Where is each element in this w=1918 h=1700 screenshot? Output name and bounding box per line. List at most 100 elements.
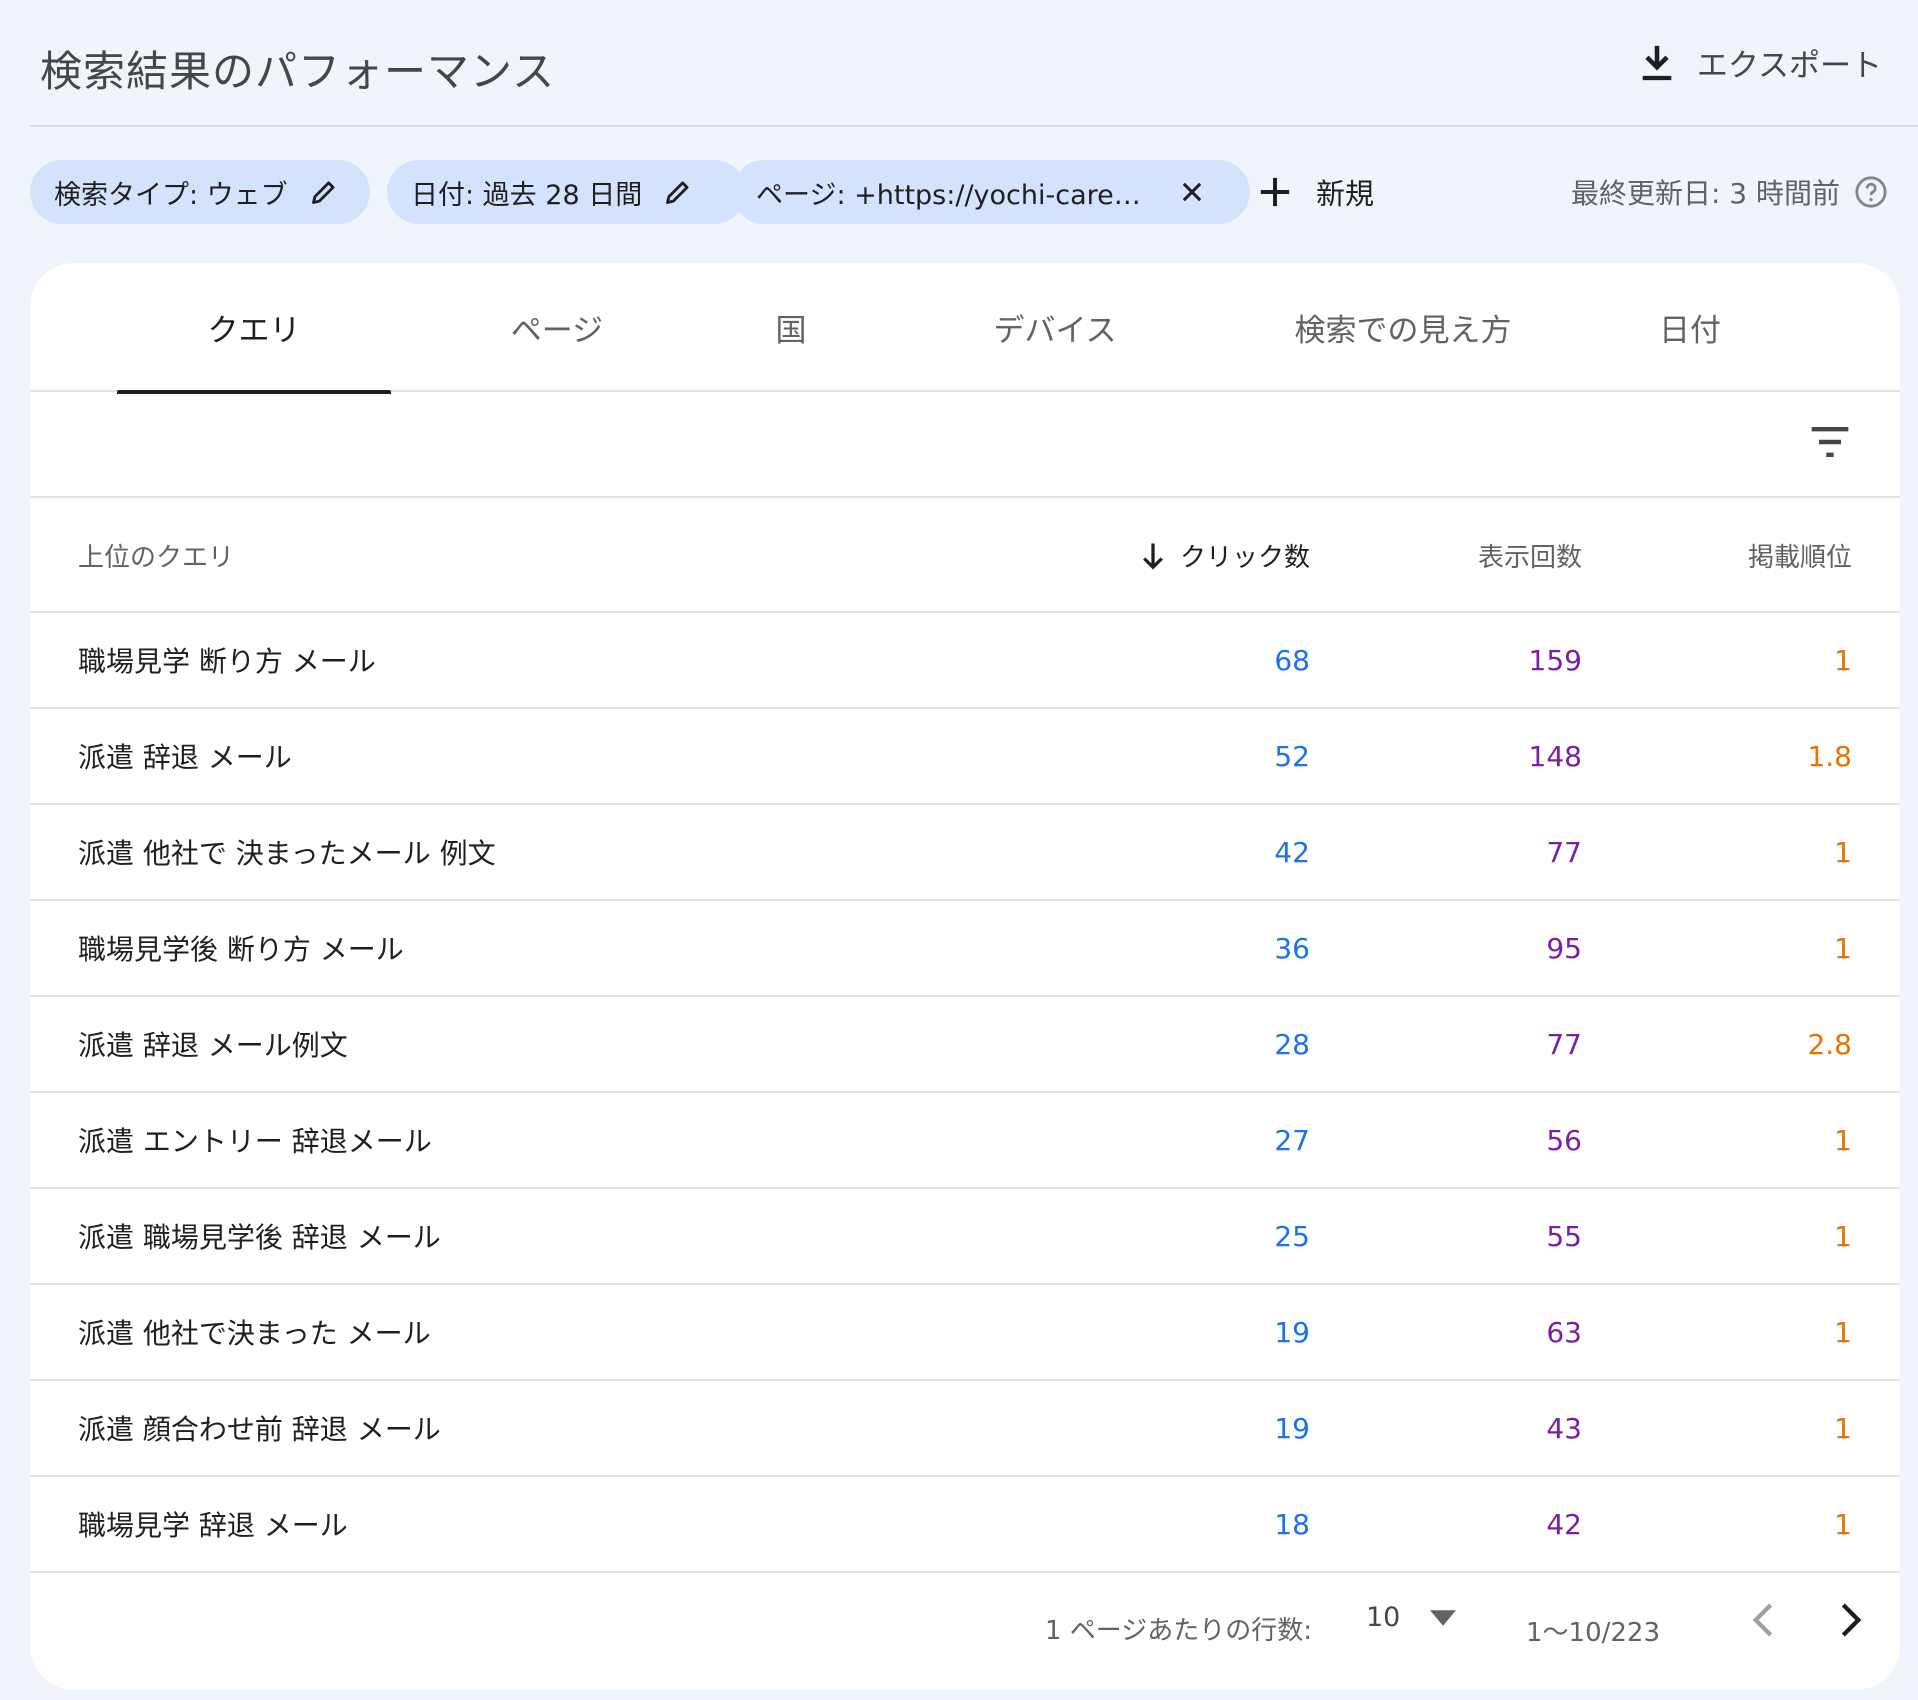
header-clicks-label: クリック数 — [1179, 543, 1310, 573]
download-icon — [1642, 45, 1672, 80]
table-row[interactable]: 派遣 顔合わせ前 辞退 メール 19 43 1 — [30, 1381, 1900, 1477]
tab-label: デバイス — [993, 313, 1117, 349]
query-cell: 職場見学 辞退 メール — [78, 1509, 348, 1542]
rows-per-page-select[interactable]: 10 — [1366, 1602, 1457, 1633]
impressions-cell: 43 — [1546, 1411, 1582, 1445]
chip-label: 検索タイプ: ウェブ — [54, 179, 288, 211]
tab-query[interactable]: クエリ — [117, 263, 391, 394]
position-cell: 1 — [1834, 1315, 1852, 1349]
dimension-tabs: クエリ ページ 国 デバイス 検索での見え方 日付 — [30, 263, 1900, 394]
clicks-cell: 28 — [1274, 1027, 1310, 1061]
clicks-cell: 68 — [1274, 643, 1310, 677]
query-cell: 職場見学後 断り方 メール — [78, 933, 404, 966]
plus-icon — [1260, 177, 1290, 207]
help-icon[interactable] — [1854, 175, 1888, 209]
export-label: エクスポート — [1696, 48, 1882, 84]
clicks-cell: 19 — [1274, 1315, 1310, 1349]
query-cell: 派遣 他社で 決まったメール 例文 — [78, 837, 496, 870]
query-cell: 派遣 辞退 メール — [78, 741, 292, 774]
page-title: 検索結果のパフォーマンス — [40, 47, 556, 96]
tab-page[interactable]: ページ — [417, 263, 697, 392]
table-toolbar — [30, 392, 1900, 498]
impressions-cell: 55 — [1546, 1219, 1582, 1253]
rows-per-page-label: 1 ページあたりの行数: — [1045, 1616, 1313, 1646]
tab-label: 日付 — [1659, 313, 1721, 349]
chevron-left-icon[interactable] — [1746, 1600, 1782, 1640]
rows-per-page-value: 10 — [1366, 1602, 1401, 1633]
position-cell: 1 — [1834, 643, 1852, 677]
page: 検索結果のパフォーマンス エクスポート 検索タイプ: ウェブ 日付: 過去 28… — [0, 0, 1918, 1700]
last-updated-label: 最終更新日: 3 時間前 — [1570, 177, 1840, 210]
clicks-cell: 36 — [1274, 931, 1310, 965]
impressions-cell: 159 — [1528, 643, 1582, 677]
impressions-cell: 77 — [1546, 1027, 1582, 1061]
tab-label: 検索での見え方 — [1294, 313, 1512, 349]
query-cell: 派遣 辞退 メール例文 — [78, 1029, 348, 1062]
close-icon[interactable] — [1178, 178, 1206, 206]
clicks-cell: 52 — [1274, 739, 1310, 773]
header-position[interactable]: 掲載順位 — [1748, 498, 1852, 613]
header-clicks[interactable]: クリック数 — [1140, 498, 1310, 613]
impressions-cell: 77 — [1546, 835, 1582, 869]
tab-country[interactable]: 国 — [691, 263, 891, 392]
filter-icon[interactable] — [1808, 422, 1852, 462]
header: 検索結果のパフォーマンス エクスポート — [30, 0, 1918, 127]
position-cell: 1 — [1834, 1411, 1852, 1445]
clicks-cell: 42 — [1274, 835, 1310, 869]
table-body: 職場見学 断り方 メール 68 159 1 派遣 辞退 メール 52 148 1.8 派遣 他社… — [30, 613, 1900, 1573]
table-row[interactable]: 職場見学 断り方 メール 68 159 1 — [30, 613, 1900, 709]
page-range: 1〜10/223 — [1526, 1618, 1661, 1648]
filter-chip-date[interactable]: 日付: 過去 28 日間 — [387, 160, 746, 224]
tab-label: ページ — [510, 313, 604, 349]
query-cell: 派遣 他社で決まった メール — [78, 1317, 431, 1350]
table-row[interactable]: 職場見学 辞退 メール 18 42 1 — [30, 1477, 1900, 1573]
filter-chip-search-type[interactable]: 検索タイプ: ウェブ — [30, 160, 370, 224]
table-header: 上位のクエリ クリック数 表示回数 掲載順位 — [30, 498, 1900, 613]
impressions-cell: 95 — [1546, 931, 1582, 965]
arrow-down-icon — [1143, 543, 1163, 570]
pencil-icon[interactable] — [310, 178, 338, 206]
table-row[interactable]: 派遣 他社で決まった メール 19 63 1 — [30, 1285, 1900, 1381]
tab-device[interactable]: デバイス — [930, 263, 1180, 392]
results-card: クエリ ページ 国 デバイス 検索での見え方 日付 上位のクエリ クリック数 表… — [30, 263, 1900, 1690]
position-cell: 1 — [1834, 1507, 1852, 1541]
tab-label: クエリ — [207, 313, 301, 349]
table-row[interactable]: 派遣 辞退 メール 52 148 1.8 — [30, 709, 1900, 805]
filter-chip-page[interactable]: ページ: +https://yochi-care… — [732, 160, 1250, 224]
header-impressions[interactable]: 表示回数 — [1478, 498, 1582, 613]
position-cell: 1 — [1834, 931, 1852, 965]
clicks-cell: 27 — [1274, 1123, 1310, 1157]
tab-date[interactable]: 日付 — [1590, 263, 1790, 392]
tab-label: 国 — [775, 313, 807, 349]
table-row[interactable]: 職場見学後 断り方 メール 36 95 1 — [30, 901, 1900, 997]
table-row[interactable]: 派遣 職場見学後 辞退 メール 25 55 1 — [30, 1189, 1900, 1285]
position-cell: 1 — [1834, 835, 1852, 869]
new-filter-label: 新規 — [1316, 177, 1375, 211]
table-row[interactable]: 派遣 他社で 決まったメール 例文 42 77 1 — [30, 805, 1900, 901]
query-cell: 派遣 顔合わせ前 辞退 メール — [78, 1413, 441, 1446]
dropdown-arrow-icon — [1430, 1609, 1457, 1626]
clicks-cell: 25 — [1274, 1219, 1310, 1253]
new-filter-button[interactable]: 新規 — [1258, 160, 1374, 224]
last-updated: 最終更新日: 3 時間前 — [1571, 160, 1888, 224]
position-cell: 1 — [1834, 1123, 1852, 1157]
table-row[interactable]: 派遣 辞退 メール例文 28 77 2.8 — [30, 997, 1900, 1093]
clicks-cell: 18 — [1274, 1507, 1310, 1541]
pencil-icon[interactable] — [664, 178, 692, 206]
impressions-cell: 63 — [1546, 1315, 1582, 1349]
clicks-cell: 19 — [1274, 1411, 1310, 1445]
chip-label: ページ: +https://yochi-care… — [756, 179, 1141, 211]
chip-label: 日付: 過去 28 日間 — [411, 179, 643, 211]
export-button[interactable]: エクスポート — [1639, 40, 1882, 85]
position-cell: 1.8 — [1807, 739, 1852, 773]
query-cell: 派遣 エントリー 辞退メール — [78, 1125, 432, 1158]
impressions-cell: 42 — [1546, 1507, 1582, 1541]
query-cell: 派遣 職場見学後 辞退 メール — [78, 1221, 441, 1254]
tab-search-appearance[interactable]: 検索での見え方 — [1238, 263, 1568, 392]
impressions-cell: 148 — [1528, 739, 1582, 773]
chevron-right-icon[interactable] — [1832, 1600, 1868, 1640]
header-query: 上位のクエリ — [78, 543, 235, 573]
table-row[interactable]: 派遣 エントリー 辞退メール 27 56 1 — [30, 1093, 1900, 1189]
filter-row: 検索タイプ: ウェブ 日付: 過去 28 日間 ページ: +https://yo… — [30, 160, 1888, 224]
position-cell: 1 — [1834, 1219, 1852, 1253]
